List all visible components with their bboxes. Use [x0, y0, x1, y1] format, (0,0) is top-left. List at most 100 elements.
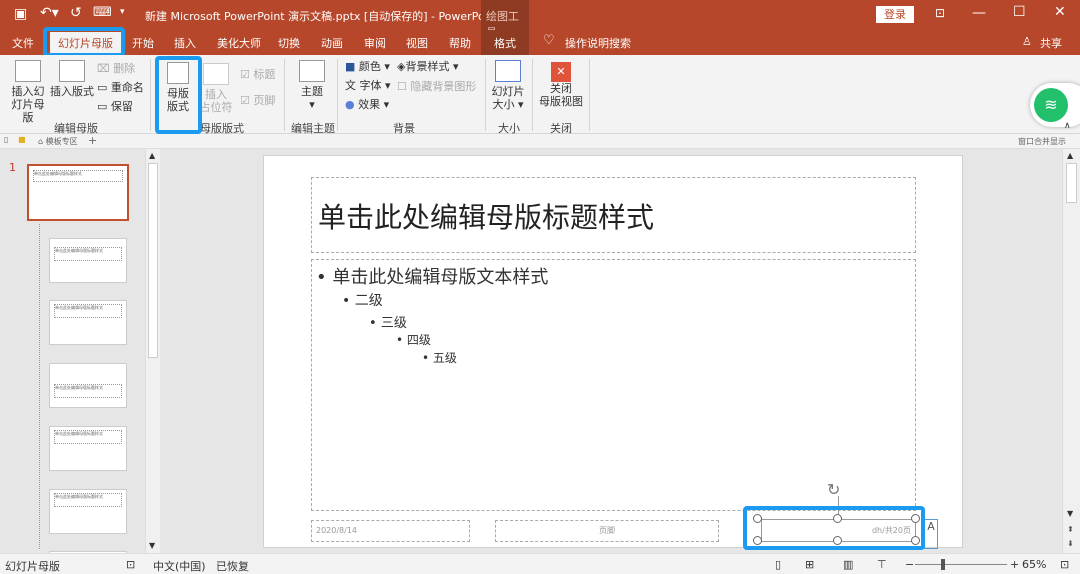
- slide-canvas: 单击此处编辑母版标题样式 • 单击此处编辑母版文本样式 • 二级 • 三级 • …: [263, 155, 963, 549]
- document-tabs-bar: ▯ ■ ⌂ 模板专区 + 窗口合并显示: [0, 134, 1080, 149]
- fonts-button[interactable]: 文 字体 ▾: [345, 79, 391, 92]
- template-tab[interactable]: ⌂ 模板专区: [38, 136, 78, 147]
- highlight-slide-number: [743, 506, 925, 550]
- scrollbar-thumb[interactable]: [1066, 163, 1077, 203]
- tab-animations[interactable]: 动画: [321, 35, 343, 51]
- add-tab-button[interactable]: +: [88, 134, 97, 147]
- zoom-level[interactable]: 65%: [1022, 558, 1046, 571]
- thumbnail-layout[interactable]: 单击此处编辑母版标题样式: [49, 238, 127, 283]
- slide-thumbnail-pane: 1 单击此处编辑母版标题样式 单击此处编辑母版标题样式 单击此处编辑母版标题样式…: [0, 149, 162, 561]
- title-checkbox[interactable]: ☑ 标题: [240, 68, 275, 81]
- rename-button[interactable]: ▭ 重命名: [97, 81, 144, 94]
- close-button[interactable]: ✕: [1054, 4, 1066, 20]
- tab-home[interactable]: 开始: [132, 35, 154, 51]
- colors-icon: ■: [345, 60, 356, 73]
- slideshow-icon[interactable]: ⊤: [877, 558, 887, 571]
- collapse-ribbon-icon[interactable]: ∧: [1064, 121, 1071, 131]
- tab-insert[interactable]: 插入: [174, 35, 196, 51]
- save-icon[interactable]: ▣: [14, 6, 27, 22]
- slide-size-icon: [495, 60, 521, 82]
- new-doc-icon[interactable]: ▯: [4, 135, 8, 144]
- scrollbar-thumb[interactable]: [148, 163, 158, 358]
- customize-icon[interactable]: ▾: [120, 7, 125, 17]
- zoom-slider[interactable]: [915, 564, 1007, 565]
- insert-master-icon: [15, 60, 41, 82]
- zoom-out-button[interactable]: −: [905, 558, 914, 571]
- text-level-5: • 五级: [422, 351, 457, 365]
- recovered-status: 已恢复: [216, 560, 249, 573]
- slide-scrollbar[interactable]: ▲ ▼ ⇞ ⇟: [1062, 149, 1080, 553]
- text-level-3: • 三级: [369, 316, 407, 331]
- thumbnail-layout[interactable]: 单击此处编辑母版标题样式: [49, 489, 127, 534]
- zoom-slider-thumb[interactable]: [941, 559, 946, 570]
- footer-placeholder[interactable]: 页脚: [495, 520, 719, 542]
- hide-background-checkbox[interactable]: ☐ 隐藏背景图形: [397, 80, 476, 93]
- tab-transitions[interactable]: 切换: [278, 35, 300, 51]
- window-title: 新建 Microsoft PowerPoint 演示文稿.pptx [自动保存的…: [145, 10, 500, 23]
- delete-button[interactable]: ⌧ 删除: [97, 62, 135, 75]
- ribbon-display-icon[interactable]: ⊡: [935, 6, 945, 20]
- share-button[interactable]: 共享: [1040, 35, 1062, 51]
- insert-layout-icon: [59, 60, 85, 82]
- fit-to-window-icon[interactable]: ⊡: [1060, 558, 1069, 571]
- thumbnail-layout[interactable]: 单击此处编辑母版标题样式: [49, 363, 127, 408]
- close-master-view-button[interactable]: ✕ 关闭 母版视图: [538, 62, 584, 108]
- tell-me-search[interactable]: 操作说明搜索: [565, 35, 631, 51]
- maximize-button[interactable]: ☐: [1013, 4, 1026, 20]
- share-icon[interactable]: ♙: [1022, 35, 1032, 48]
- normal-view-icon[interactable]: ▯: [775, 558, 781, 571]
- wifi-widget[interactable]: ≋: [1030, 83, 1080, 127]
- slide-size-button[interactable]: 幻灯片 大小 ▾: [490, 60, 526, 111]
- preserve-button[interactable]: ▭ 保留: [97, 100, 133, 113]
- title-bar: ▣ ↶▾ ↺ ⌨ ▾ 新建 Microsoft PowerPoint 演示文稿.…: [0, 0, 1080, 39]
- next-slide-icon[interactable]: ⇟: [1067, 539, 1074, 548]
- rotate-handle-icon[interactable]: ↻: [827, 480, 840, 499]
- theme-icon: [299, 60, 325, 82]
- colors-button[interactable]: ■ 颜色 ▾: [345, 60, 390, 73]
- insert-placeholder-button[interactable]: 插入 占位符: [198, 63, 234, 114]
- status-bar: 幻灯片母版 ⊡ 中文(中国) 已恢复 ▯ ⊞ ▥ ⊤ − + 65% ⊡: [0, 553, 1080, 574]
- lightbulb-icon: ♡: [543, 33, 555, 48]
- tab-help[interactable]: 帮助: [449, 35, 471, 51]
- title-placeholder[interactable]: 单击此处编辑母版标题样式: [311, 177, 916, 253]
- zoom-in-button[interactable]: +: [1010, 558, 1019, 571]
- presenter-icon[interactable]: ⌨: [93, 5, 112, 20]
- merge-windows-button[interactable]: 窗口合并显示: [1018, 136, 1066, 147]
- themes-button[interactable]: 主题 ▾: [296, 60, 328, 111]
- thumbnail-layout[interactable]: 单击此处编辑母版标题样式: [49, 426, 127, 471]
- undo-icon[interactable]: ↶▾: [40, 5, 59, 21]
- text-level-1: • 单击此处编辑母版文本样式: [316, 267, 549, 288]
- tab-review[interactable]: 审阅: [364, 35, 386, 51]
- wifi-icon: ≋: [1034, 88, 1068, 122]
- folder-icon[interactable]: ■: [18, 135, 26, 144]
- date-placeholder[interactable]: 2020/8/14: [311, 520, 470, 542]
- previous-slide-icon[interactable]: ⇞: [1067, 525, 1074, 534]
- insert-slide-master-button[interactable]: 插入幻 灯片母版: [8, 60, 48, 124]
- ribbon-tabs: 文件 幻灯片母版 开始 插入 美化大师 切换 动画 审阅 视图 帮助 格式 ♡ …: [0, 30, 1080, 55]
- tab-beautify[interactable]: 美化大师: [217, 35, 261, 51]
- tab-format[interactable]: 格式: [494, 35, 516, 51]
- reading-view-icon[interactable]: ▥: [843, 558, 853, 571]
- effects-icon: ●: [345, 98, 355, 111]
- fonts-icon: 文: [345, 79, 356, 92]
- text-level-2: • 二级: [342, 293, 383, 309]
- notes-icon[interactable]: ⊡: [126, 558, 135, 571]
- highlight-slide-master-tab: [43, 27, 125, 57]
- slide-sorter-icon[interactable]: ⊞: [805, 558, 814, 571]
- background-styles-button[interactable]: ◈背景样式 ▾: [397, 60, 459, 73]
- language-status[interactable]: 中文(中国): [153, 558, 206, 574]
- thumbnail-layout[interactable]: 单击此处编辑母版标题样式: [49, 300, 127, 345]
- insert-layout-button[interactable]: 插入版式: [50, 60, 94, 98]
- slide-number: 1: [9, 161, 16, 174]
- redo-icon[interactable]: ↺: [70, 5, 82, 21]
- body-placeholder[interactable]: • 单击此处编辑母版文本样式 • 二级 • 三级 • 四级 • 五级: [311, 259, 916, 511]
- tab-view[interactable]: 视图: [406, 35, 428, 51]
- footer-checkbox[interactable]: ☑ 页脚: [240, 94, 275, 107]
- minimize-button[interactable]: —: [972, 5, 986, 21]
- effects-button[interactable]: ● 效果 ▾: [345, 98, 389, 111]
- tab-file[interactable]: 文件: [12, 35, 34, 51]
- thumbnail-scrollbar[interactable]: ▲ ▼: [145, 149, 160, 553]
- thumbnail-master[interactable]: 单击此处编辑母版标题样式: [27, 164, 129, 221]
- login-button[interactable]: 登录: [876, 6, 914, 23]
- layout-options-icon[interactable]: A: [924, 519, 938, 549]
